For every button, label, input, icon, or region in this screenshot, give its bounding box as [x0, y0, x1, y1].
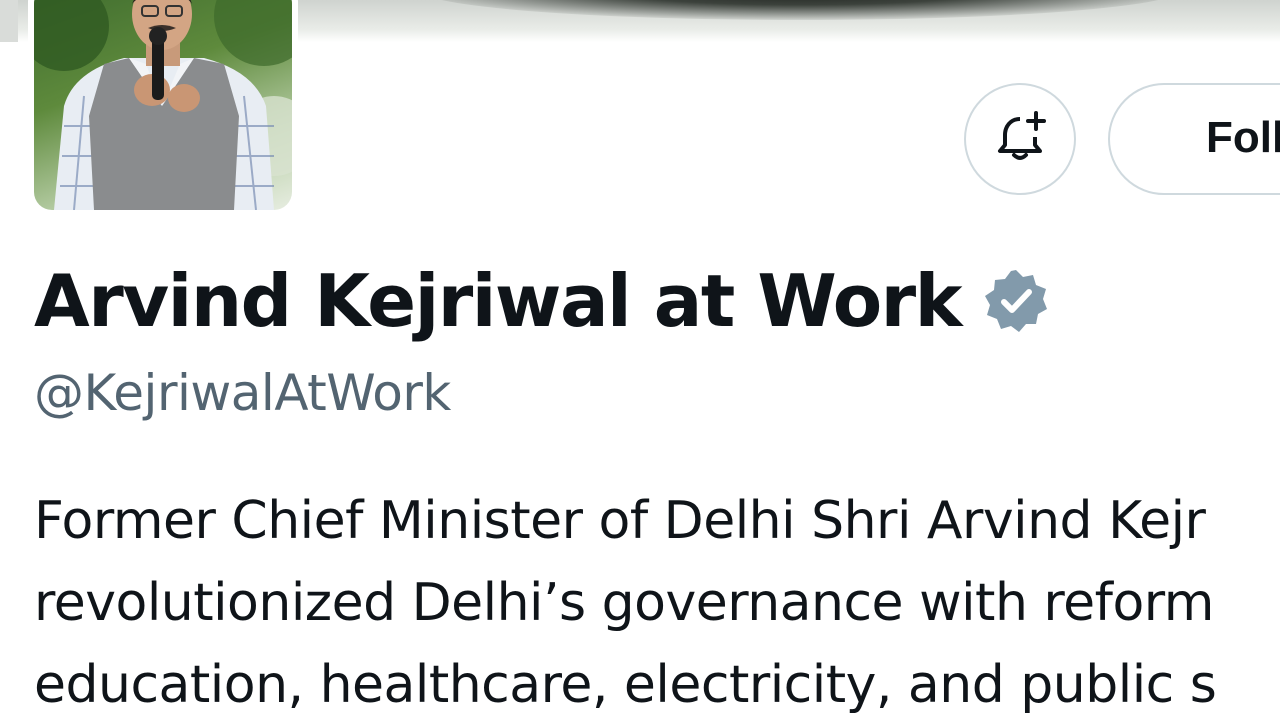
banner-image-shape: [420, 0, 1180, 20]
notifications-button[interactable]: [964, 83, 1076, 195]
bio-line: revolutionized Delhi’s governance with r…: [34, 573, 1214, 633]
bio-line: Former Chief Minister of Delhi Shri Arvi…: [34, 491, 1206, 551]
profile-photo-icon: [34, 0, 292, 210]
follow-button-label: Foll: [1206, 113, 1280, 162]
display-name: Arvind Kejriwal at Work: [34, 259, 963, 343]
verified-badge-icon[interactable]: [983, 268, 1049, 334]
user-handle: @KejriwalAtWork: [34, 364, 451, 422]
name-row: Arvind Kejriwal at Work: [34, 258, 1049, 344]
bio-line: education, healthcare, electricity, and …: [34, 655, 1217, 715]
profile-bio: Former Chief Minister of Delhi Shri Arvi…: [34, 480, 1280, 720]
avatar-frame[interactable]: [28, 0, 298, 216]
avatar[interactable]: [34, 0, 292, 210]
banner-left-edge: [0, 0, 18, 42]
follow-button[interactable]: Foll: [1108, 83, 1280, 195]
profile-page: Foll Arvind Kejriwal at Work @KejriwalAt…: [0, 0, 1280, 720]
bell-plus-icon: [992, 109, 1048, 169]
